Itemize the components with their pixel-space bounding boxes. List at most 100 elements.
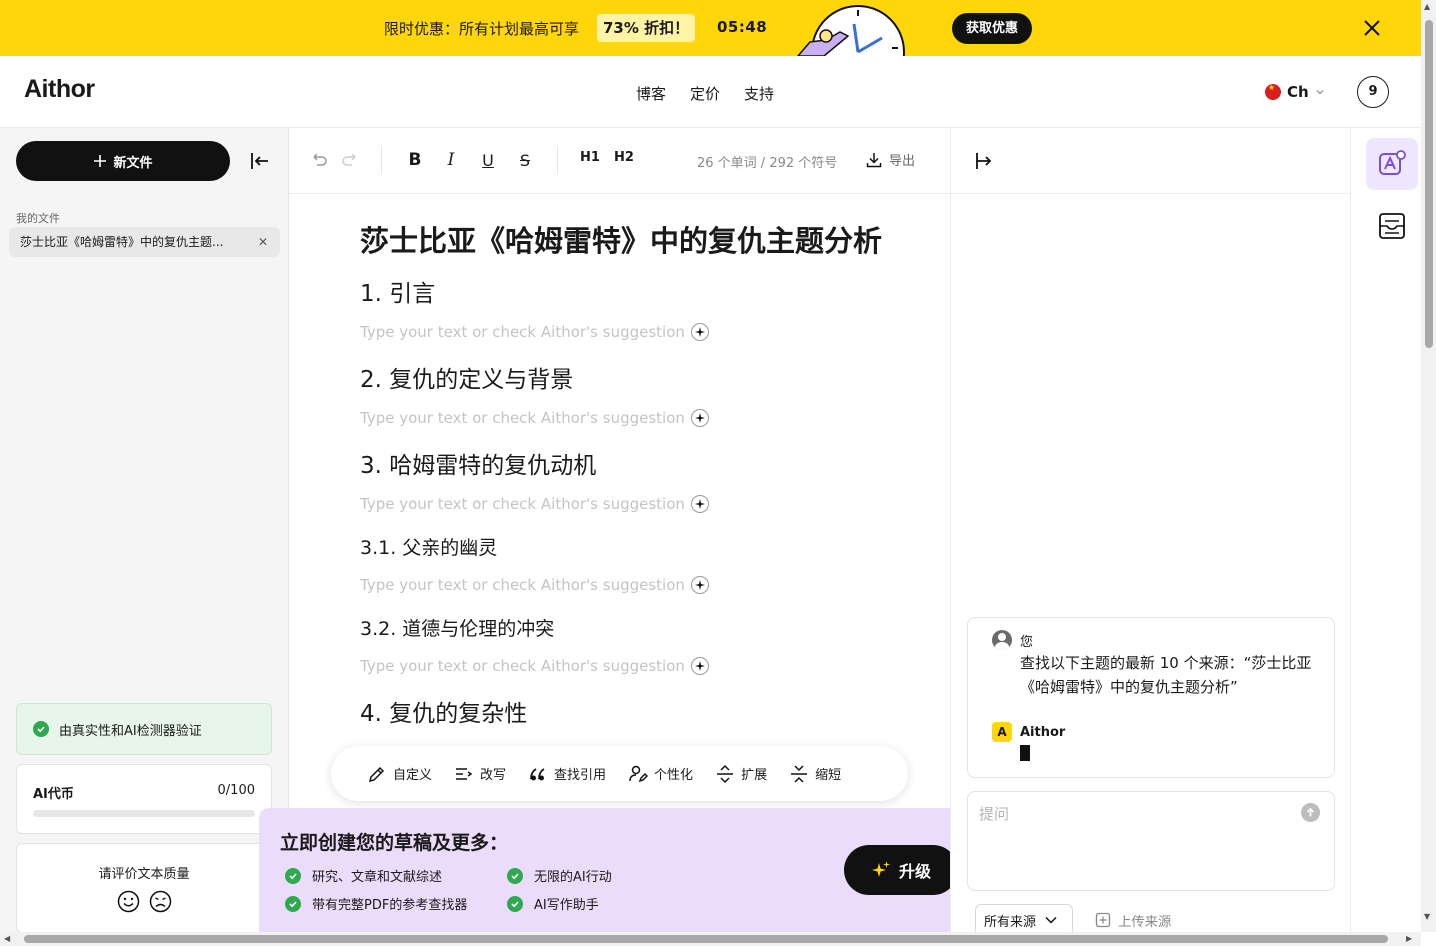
typing-cursor [1020,745,1030,761]
promo-banner: 限时优惠：所有计划最高可享 73% 折扣！ 05:48 获取优惠 [0,0,1421,56]
ai-suggestion-icon[interactable] [690,323,709,341]
bold-icon[interactable]: B [403,148,427,172]
sparkles-icon [871,861,890,877]
italic-icon[interactable]: I [439,148,463,172]
rating-faces [117,890,172,913]
clock-illustration-icon [797,5,905,56]
document-title[interactable]: 莎士比亚《哈姆雷特》中的复仇主题分析 [360,218,882,260]
file-item-label: 莎士比亚《哈姆雷特》中的复仇主题... [20,235,224,249]
shorten-icon [791,764,808,783]
user-avatar[interactable]: 9 [1357,76,1389,108]
underline-icon[interactable]: U [476,148,500,172]
nav-blog[interactable]: 博客 [636,83,666,104]
scroll-left-icon[interactable]: ◀ [4,934,10,943]
section-heading[interactable]: 2. 复仇的定义与背景 [360,360,573,394]
text-placeholder[interactable]: Type your text or check Aithor's suggest… [360,576,709,594]
placeholder-text: Type your text or check Aithor's suggest… [360,409,685,427]
undo-icon[interactable] [308,148,332,172]
personalize-button[interactable]: 个性化 [628,764,693,784]
placeholder-text: Type your text or check Aithor's suggest… [360,576,685,594]
file-item[interactable]: 莎士比亚《哈姆雷特》中的复仇主题... ✕ [9,227,280,257]
subsection-heading[interactable]: 3.1. 父亲的幽灵 [360,533,497,560]
chat-thread: 您 查找以下主题的最新 10 个来源：“莎士比亚《哈姆雷特》中的复仇主题分析” … [967,617,1335,778]
ai-suggestion-icon[interactable] [690,576,709,594]
expand-button[interactable]: 扩展 [715,764,767,784]
assistant-panel-header [951,128,1351,194]
horizontal-scrollbar[interactable]: ◀ ▶ [0,932,1421,946]
user-message: 查找以下主题的最新 10 个来源：“莎士比亚《哈姆雷特》中的复仇主题分析” [1020,654,1312,696]
smile-face-icon[interactable] [117,890,140,913]
credits-value: 0/100 [217,783,255,798]
nav-pricing[interactable]: 定价 [690,83,720,104]
scroll-right-icon[interactable]: ▶ [1406,934,1412,943]
ai-suggestion-icon[interactable] [690,409,709,427]
vertical-scrollbar[interactable]: ▲ ▼ [1421,0,1436,932]
chevron-down-icon [1045,916,1057,924]
check-icon [33,721,49,737]
collapse-sidebar-icon[interactable] [248,149,272,173]
download-icon [866,152,882,167]
assistant-label: Aithor [1020,724,1066,740]
language-selector[interactable]: Ch [1265,83,1325,101]
feature-text: 无限的AI行动 [534,870,612,885]
outline-tab-icon[interactable] [1366,200,1418,252]
text-placeholder[interactable]: Type your text or check Aithor's suggest… [360,409,709,427]
close-promo-icon[interactable] [1360,16,1384,40]
user-avatar-icon [992,630,1012,650]
placeholder-text: Type your text or check Aithor's suggest… [360,657,685,675]
ask-input[interactable] [979,802,1279,826]
sad-face-icon[interactable] [149,890,172,913]
heading-1-button[interactable]: H1 [580,150,600,165]
redo-icon[interactable] [337,148,361,172]
close-file-icon[interactable]: ✕ [258,227,268,257]
ai-assistant-tab-icon[interactable] [1366,138,1418,190]
assistant-panel: 您 查找以下主题的最新 10 个来源：“莎士比亚《哈姆雷特》中的复仇主题分析” … [950,128,1351,936]
rate-label: 请评价文本质量 [98,867,190,882]
feature-text: AI写作助手 [534,898,599,913]
customize-button[interactable]: 自定义 [367,764,432,784]
nav-support[interactable]: 支持 [744,83,774,104]
subsection-heading[interactable]: 3.2. 道德与伦理的冲突 [360,614,554,641]
upgrade-button[interactable]: 升级 [844,845,958,895]
section-heading[interactable]: 3. 哈姆雷特的复仇动机 [360,446,596,480]
rewrite-button[interactable]: 改写 [454,764,506,784]
ai-suggestion-icon[interactable] [690,657,709,675]
horizontal-scroll-thumb[interactable] [24,935,1388,943]
export-button[interactable]: 导出 [865,150,915,169]
person-edit-icon [629,765,649,782]
shorten-label: 缩短 [815,768,842,783]
check-icon [285,867,301,884]
pen-icon [368,766,385,782]
collapse-panel-icon[interactable] [973,149,997,173]
section-heading[interactable]: 4. 复仇的复杂性 [360,694,527,728]
top-header: Aithor 博客 定价 支持 Ch 9 [0,56,1421,128]
text-placeholder[interactable]: Type your text or check Aithor's suggest… [360,323,709,341]
upgrade-panel: 立即创建您的草稿及更多： 研究、文章和文献综述 无限的AI行动 带有完整PDF的… [259,808,979,932]
upload-source-button[interactable]: 上传来源 [1095,911,1171,930]
send-icon[interactable] [1301,803,1320,822]
heading-2-button[interactable]: H2 [614,150,634,165]
text-placeholder[interactable]: Type your text or check Aithor's suggest… [360,657,709,675]
promo-text: 限时优惠：所有计划最高可享 [384,20,580,38]
user-message-header: 您 [992,630,1033,650]
feature-item: 无限的AI行动 [507,866,612,885]
new-file-label: 新文件 [113,155,153,171]
personalize-label: 个性化 [654,768,694,783]
chevron-down-icon [1316,90,1324,95]
ai-suggestion-icon[interactable] [690,495,709,513]
word-count: 26 个单词 / 292 个符号 [697,156,838,171]
text-placeholder[interactable]: Type your text or check Aithor's suggest… [360,495,709,513]
find-citation-button[interactable]: 查找引用 [528,764,606,784]
get-offer-button[interactable]: 获取优惠 [952,13,1033,44]
scroll-up-icon[interactable]: ▲ [1424,2,1430,11]
strikethrough-icon[interactable]: S [513,148,537,172]
vertical-scroll-thumb[interactable] [1425,20,1433,348]
new-file-button[interactable]: 新文件 [16,141,230,181]
main-nav: 博客 定价 支持 [636,83,774,104]
scroll-down-icon[interactable]: ▼ [1424,912,1430,921]
ask-box [967,791,1335,891]
shorten-button[interactable]: 缩短 [789,764,841,784]
aithor-logo[interactable]: Aithor [24,75,95,104]
section-heading[interactable]: 1. 引言 [360,274,435,308]
ai-credits-card: AI代币 0/100 [16,764,272,834]
